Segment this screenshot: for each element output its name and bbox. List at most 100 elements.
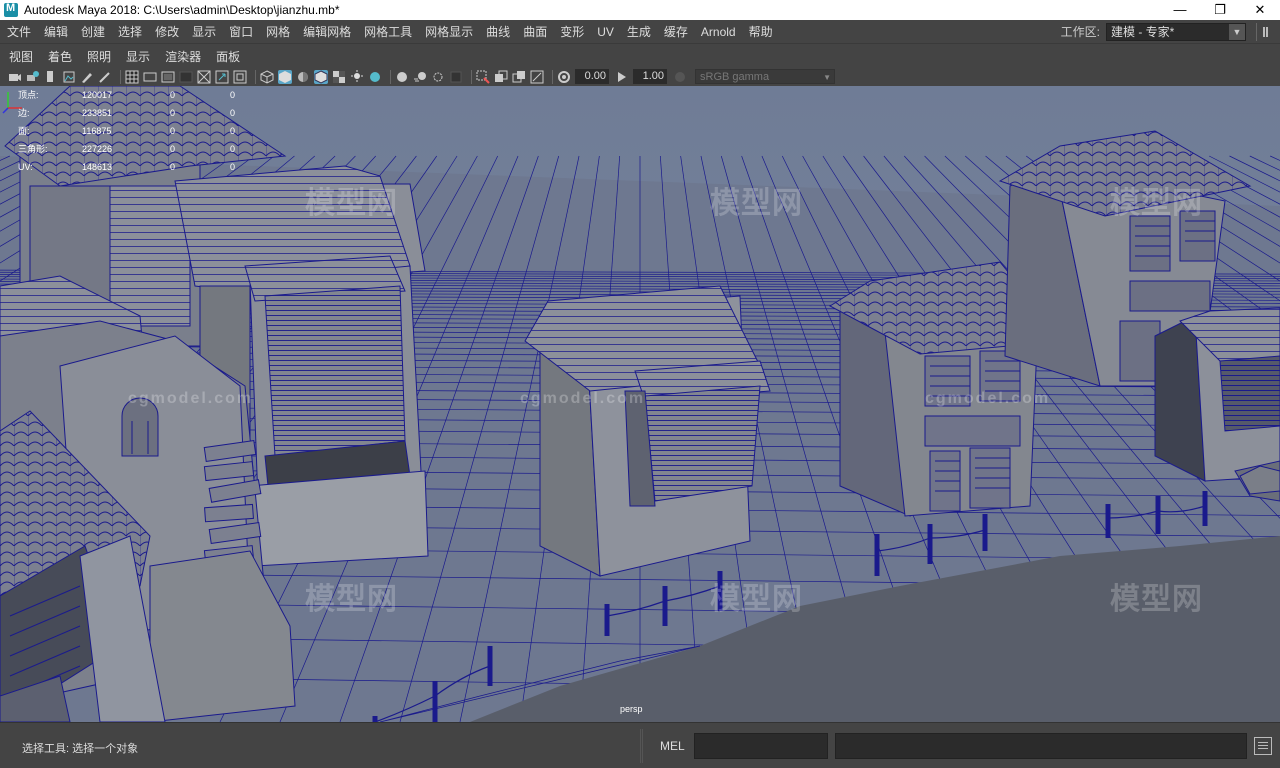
depth-of-field-icon[interactable] (449, 70, 463, 84)
viewport-persp[interactable]: 模型网 模型网 模型网 模型网 模型网 模型网 cgmodel.com cgmo… (0, 86, 1280, 722)
menu-modify[interactable]: 修改 (148, 20, 185, 44)
field-chart-icon[interactable] (197, 70, 211, 84)
menu-cache[interactable]: 缓存 (657, 20, 694, 44)
menu-windows[interactable]: 窗口 (222, 20, 259, 44)
gamma-field[interactable]: 1.00 (633, 69, 667, 84)
menu-help[interactable]: 帮助 (742, 20, 779, 44)
panel-menu-shading[interactable]: 着色 (39, 48, 78, 65)
camera-attributes-icon[interactable] (26, 70, 40, 84)
motion-blur-icon[interactable] (413, 70, 427, 84)
menu-surfaces[interactable]: 曲面 (516, 20, 553, 44)
gamma-icon[interactable] (615, 70, 629, 84)
hud-row-edges: 边: 233851 0 0 (18, 108, 236, 118)
bookmark-icon[interactable] (44, 70, 58, 84)
exposure-icon[interactable] (557, 70, 571, 84)
xray-active-icon[interactable] (512, 70, 526, 84)
film-gate-icon[interactable] (143, 70, 157, 84)
xray-joints-icon[interactable] (530, 70, 544, 84)
menu-mesh[interactable]: 网格 (259, 20, 296, 44)
command-result-field (835, 733, 1247, 759)
watermark: 模型网 (1110, 583, 1203, 616)
wireframe-on-shaded-icon[interactable] (314, 69, 328, 84)
menu-select[interactable]: 选择 (111, 20, 148, 44)
textured-icon[interactable] (332, 70, 346, 84)
watermark-url: cgmodel.com (925, 390, 1051, 407)
chevron-down-icon: ▼ (823, 73, 831, 82)
title-bar: Autodesk Maya 2018: C:\Users\admin\Deskt… (0, 0, 1280, 20)
workspace-label: 工作区: (1060, 25, 1100, 39)
bottom-bar: 选择工具: 选择一个对象 MEL (0, 722, 1280, 768)
watermark: 模型网 (305, 187, 398, 220)
close-button[interactable]: ✕ (1240, 0, 1280, 20)
watermark: 模型网 (710, 187, 803, 220)
window-title: Autodesk Maya 2018: C:\Users\admin\Deskt… (24, 3, 340, 17)
minimize-button[interactable]: — (1160, 0, 1200, 20)
watermark: 模型网 (305, 583, 398, 616)
bar-divider[interactable] (640, 729, 643, 763)
script-editor-icon[interactable] (1254, 737, 1272, 755)
hud-row-tris: 三角形: 227226 0 0 (18, 144, 236, 154)
watermark: 模型网 (1110, 187, 1203, 220)
safe-title-icon[interactable] (233, 70, 247, 84)
watermark-url: cgmodel.com (128, 390, 254, 407)
toolbox-toggle-icon[interactable] (1256, 22, 1274, 41)
hud-row-faces: 面: 116875 0 0 (18, 126, 236, 136)
watermark: 模型网 (710, 583, 803, 616)
exposure-field[interactable]: 0.00 (575, 69, 609, 84)
resolution-gate-icon[interactable] (161, 70, 175, 84)
workspace-value: 建模 - 专家* (1111, 24, 1175, 39)
camera-name-label: persp (620, 704, 643, 714)
hud-row-verts: 顶点: 120017 0 0 (18, 90, 236, 100)
menu-uv[interactable]: UV (590, 20, 620, 44)
default-material-icon[interactable] (296, 70, 310, 84)
restore-button[interactable]: ❐ (1200, 0, 1240, 20)
screen-space-ao-icon[interactable] (395, 70, 409, 84)
shadows-icon[interactable] (368, 70, 382, 84)
2d-pan-zoom-icon[interactable] (98, 70, 112, 84)
xray-icon[interactable] (494, 70, 508, 84)
gate-mask-icon[interactable] (179, 70, 193, 84)
hud-row-uvs: UV: 148613 0 0 (18, 162, 236, 172)
help-line: 选择工具: 选择一个对象 (22, 743, 139, 755)
color-management-icon[interactable] (673, 70, 687, 84)
safe-action-icon[interactable] (215, 70, 229, 84)
poly-count-hud: 顶点: 120017 0 0 边: 233851 0 0 面: 116875 0… (18, 86, 260, 176)
smooth-shade-icon[interactable] (278, 69, 292, 84)
menu-deform[interactable]: 变形 (553, 20, 590, 44)
menu-mesh-tools[interactable]: 网格工具 (357, 20, 418, 44)
panel-menu-view[interactable]: 视图 (0, 48, 39, 65)
menu-create[interactable]: 创建 (74, 20, 111, 44)
menu-arnold[interactable]: Arnold (694, 20, 742, 44)
panel-menu-renderer[interactable]: 渲染器 (156, 48, 207, 65)
view-axis-icon (2, 92, 22, 114)
menu-edit[interactable]: 编辑 (37, 20, 74, 44)
grease-pencil-icon[interactable] (80, 70, 94, 84)
workspace-select[interactable]: 建模 - 专家* ▼ (1106, 22, 1246, 41)
maya-app-icon (4, 2, 18, 17)
menu-edit-mesh[interactable]: 编辑网格 (296, 20, 357, 44)
panel-menu-bar: 视图 着色 照明 显示 渲染器 面板 (0, 45, 1280, 67)
panel-menu-panels[interactable]: 面板 (207, 48, 246, 65)
panel-menu-lighting[interactable]: 照明 (78, 48, 117, 65)
wireframe-icon[interactable] (260, 69, 274, 84)
command-line-input[interactable] (694, 733, 828, 759)
use-all-lights-icon[interactable] (350, 69, 364, 84)
main-menu-bar: 文件 编辑 创建 选择 修改 显示 窗口 网格 编辑网格 网格工具 网格显示 曲… (0, 20, 1280, 44)
menu-mesh-display[interactable]: 网格显示 (418, 20, 479, 44)
panel-menu-show[interactable]: 显示 (117, 48, 156, 65)
chevron-down-icon: ▼ (1229, 23, 1245, 40)
panel-toolbar: 0.00 1.00 sRGB gamma ▼ (0, 67, 1280, 86)
view-transform-value: sRGB gamma (700, 71, 770, 83)
multisample-aa-icon[interactable] (431, 70, 445, 84)
menu-file[interactable]: 文件 (0, 20, 37, 44)
menu-display[interactable]: 显示 (185, 20, 222, 44)
camera-select-icon[interactable] (8, 70, 22, 84)
script-language-toggle[interactable]: MEL (660, 739, 685, 753)
menu-curves[interactable]: 曲线 (479, 20, 516, 44)
menu-generate[interactable]: 生成 (620, 20, 657, 44)
grid-toggle-icon[interactable] (125, 70, 139, 84)
view-transform-select[interactable]: sRGB gamma ▼ (695, 69, 835, 84)
watermark-url: cgmodel.com (520, 390, 646, 407)
image-plane-icon[interactable] (62, 70, 76, 84)
isolate-select-icon[interactable] (476, 70, 490, 84)
